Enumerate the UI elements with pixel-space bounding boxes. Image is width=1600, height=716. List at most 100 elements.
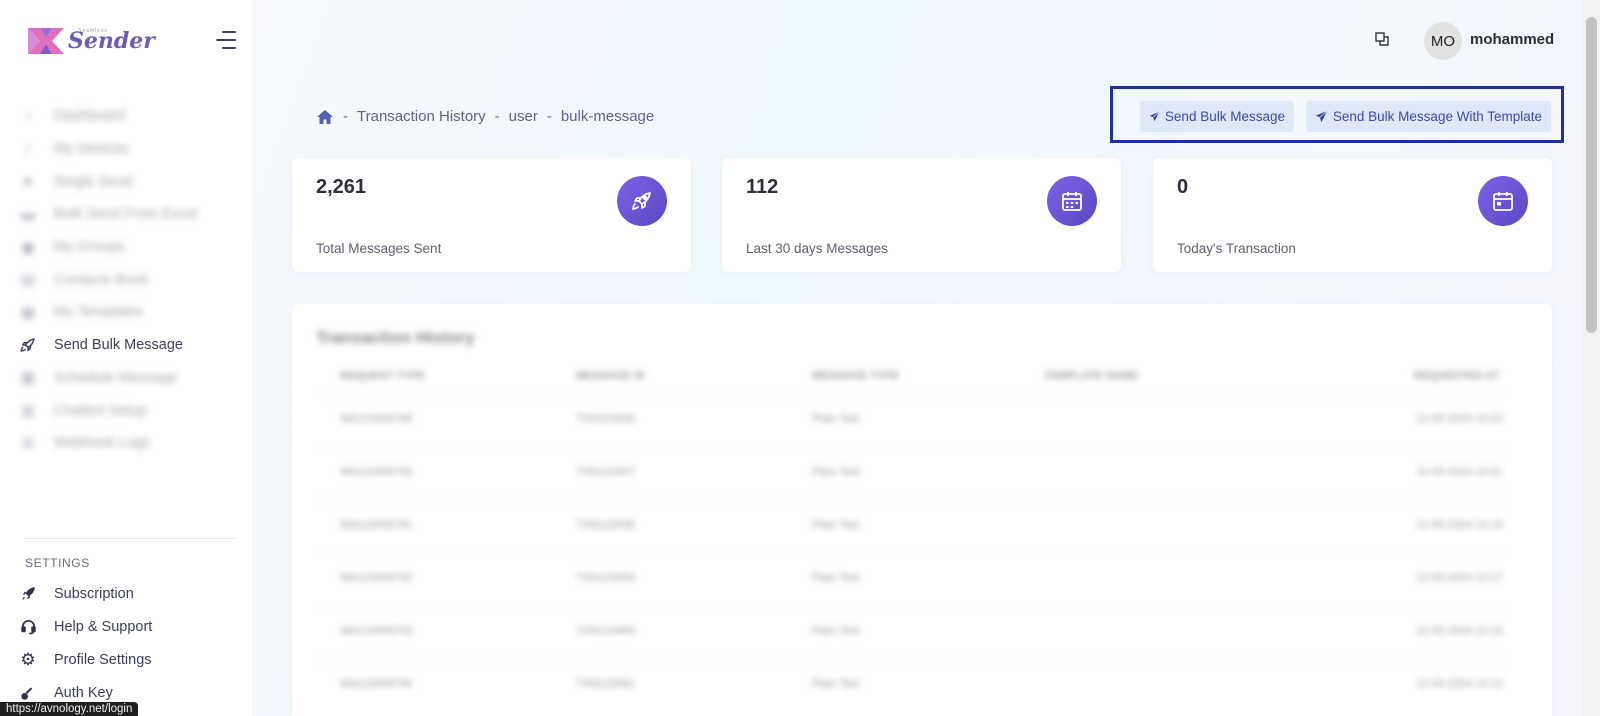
avatar[interactable]: MO [1424, 22, 1462, 60]
username[interactable]: mohammed [1470, 31, 1554, 48]
column-header: MESSAGE ID [576, 370, 646, 382]
sidebar-item-label: Single Send [54, 173, 133, 190]
breadcrumb-item-user[interactable]: user [509, 108, 538, 125]
sidebar-item-contacts[interactable]: ▤ Contacts Book [18, 263, 238, 296]
stat-card-today-transaction: 0 Today's Transaction [1153, 158, 1552, 272]
scrollbar-thumb[interactable] [1586, 17, 1597, 333]
sidebar-item-help-support[interactable]: Help & Support [18, 610, 238, 643]
sidebar-item-label: Schedule Message [54, 369, 178, 386]
sidebar-item-label: Send Bulk Message [54, 337, 183, 354]
sidebar-item-dashboard[interactable]: ◔ Dashboard [18, 100, 238, 133]
sidebar-item-label: Contacts Book [54, 271, 149, 288]
sidebar-item-label: My Groups [54, 239, 125, 256]
table-cell: Plain Text [812, 413, 860, 425]
table-cell: TXN123459 [576, 572, 635, 584]
settings-menu: Subscription Help & Support ⚙ Profile Se… [18, 577, 238, 709]
book-icon: ▤ [21, 271, 35, 288]
table-cell: TXN123460 [576, 625, 635, 637]
sidebar-item-groups[interactable]: ▣ My Groups [18, 231, 238, 264]
breadcrumb-separator: - [343, 108, 348, 125]
sidebar-item-label: Subscription [54, 585, 134, 602]
sidebar-item-devices[interactable]: ⟋ My Devices [18, 133, 238, 166]
speedometer-icon: ◔ [23, 108, 33, 125]
sidebar-item-bulk-excel[interactable]: ▬ Bulk Send From Excel [18, 198, 238, 231]
sidebar: Sender Seamless ◔ Dashboard ⟋ My Devices… [0, 0, 252, 716]
send-bulk-template-button[interactable]: Send Bulk Message With Template [1306, 101, 1551, 132]
table-cell: TXN123457 [576, 466, 635, 478]
calendar-icon [1047, 176, 1097, 226]
rocket-icon [617, 176, 667, 226]
table-cell: 12-05-2024 10:21 [1416, 466, 1503, 478]
table-cell: WA123456793 [340, 625, 413, 637]
table-cell: 12-05-2024 10:15 [1416, 625, 1503, 637]
breadcrumb: - Transaction History - user - bulk-mess… [316, 108, 654, 125]
table-cell: TXN123456 [576, 413, 635, 425]
sidebar-item-single-send[interactable]: ➤ Single Send [18, 165, 238, 198]
table-cell: Plain Text [812, 625, 860, 637]
table-row[interactable]: WA123456789 TXN123456 Plain Text 12-05-2… [316, 394, 1506, 447]
stat-card-total-messages: 2,261 Total Messages Sent [292, 158, 691, 272]
table-cell: TXN123458 [576, 519, 635, 531]
home-icon[interactable] [316, 109, 334, 125]
sidebar-item-subscription[interactable]: Subscription [18, 577, 238, 610]
sidebar-menu: ◔ Dashboard ⟋ My Devices ➤ Single Send ▬… [18, 100, 238, 460]
sidebar-item-send-bulk-message[interactable]: Send Bulk Message [18, 329, 238, 362]
key-icon [18, 683, 38, 703]
table-cell: Plain Text [812, 678, 860, 690]
column-header: REQUEST TYPE [340, 370, 425, 382]
table-cell: WA123456791 [340, 519, 413, 531]
table-cell: TXN123461 [576, 678, 635, 690]
stat-card-last-30-days: 112 Last 30 days Messages [722, 158, 1121, 272]
table-cell: Plain Text [812, 572, 860, 584]
sidebar-item-label: Dashboard [54, 108, 125, 125]
panel-title: Transaction History [316, 328, 475, 347]
table-row[interactable]: WA123456792 TXN123459 Plain Text 12-05-2… [316, 553, 1506, 606]
table-row[interactable]: WA123456790 TXN123457 Plain Text 12-05-2… [316, 447, 1506, 500]
sidebar-item-label: Profile Settings [54, 651, 152, 668]
table-cell: Plain Text [812, 466, 860, 478]
calendar-icon: ▩ [21, 369, 35, 386]
robot-icon: ▥ [21, 402, 35, 419]
table-row[interactable]: WA123456793 TXN123460 Plain Text 12-05-2… [316, 606, 1506, 659]
paper-plane-icon [1149, 111, 1160, 122]
send-bulk-message-button[interactable]: Send Bulk Message [1140, 101, 1294, 132]
sidebar-item-label: Chatbot Setup [54, 402, 147, 419]
table-cell: WA123456794 [340, 678, 413, 690]
sidebar-item-templates[interactable]: ▦ My Templates [18, 296, 238, 329]
breadcrumb-item-bulk-message: bulk-message [560, 108, 655, 125]
sidebar-item-label: My Templates [54, 304, 144, 321]
stat-value: 2,261 [316, 176, 367, 198]
column-header: MESSAGE TYPE [812, 370, 899, 382]
menu-toggle-icon[interactable] [214, 31, 236, 49]
gear-icon: ⚙ [20, 649, 36, 669]
sidebar-item-label: My Devices [54, 141, 129, 158]
users-icon: ▣ [21, 238, 35, 255]
table-header: REQUEST TYPE MESSAGE ID MESSAGE TYPE TEM… [292, 370, 1552, 390]
sidebar-item-label: Auth Key [54, 684, 113, 701]
table-cell: WA123456789 [340, 413, 413, 425]
logo-icon [28, 28, 64, 54]
breadcrumb-separator: - [494, 108, 500, 125]
stat-label: Total Messages Sent [316, 241, 442, 256]
send-bulk-template-label: Send Bulk Message With Template [1332, 109, 1542, 124]
sidebar-item-profile-settings[interactable]: ⚙ Profile Settings [18, 643, 238, 676]
stat-value: 0 [1177, 176, 1189, 198]
sidebar-item-chatbot[interactable]: ▥ Chatbot Setup [18, 394, 238, 427]
column-header: TEMPLATE NAME [1044, 370, 1138, 382]
logo-subtitle: Seamless [78, 28, 108, 34]
stat-value: 112 [746, 176, 779, 198]
table-row[interactable]: WA123456794 TXN123461 Plain Text 12-05-2… [316, 659, 1506, 712]
log-icon: ⚙ [21, 434, 35, 451]
breadcrumb-item-transaction-history[interactable]: Transaction History [357, 108, 486, 125]
stat-label: Last 30 days Messages [746, 241, 888, 256]
table-cell: 12-05-2024 10:23 [1416, 413, 1503, 425]
sidebar-item-label: Webhook Logs [54, 435, 151, 452]
stat-label: Today's Transaction [1177, 241, 1296, 256]
table-cell: 12-05-2024 10:19 [1416, 519, 1503, 531]
copy-window-icon[interactable] [1374, 31, 1390, 47]
sidebar-item-label: Bulk Send From Excel [54, 206, 198, 223]
sidebar-item-webhook[interactable]: ⚙ Webhook Logs [18, 427, 238, 460]
sidebar-item-schedule[interactable]: ▩ Schedule Message [18, 362, 238, 395]
template-icon: ▦ [21, 303, 35, 320]
table-row[interactable]: WA123456791 TXN123458 Plain Text 12-05-2… [316, 500, 1506, 553]
